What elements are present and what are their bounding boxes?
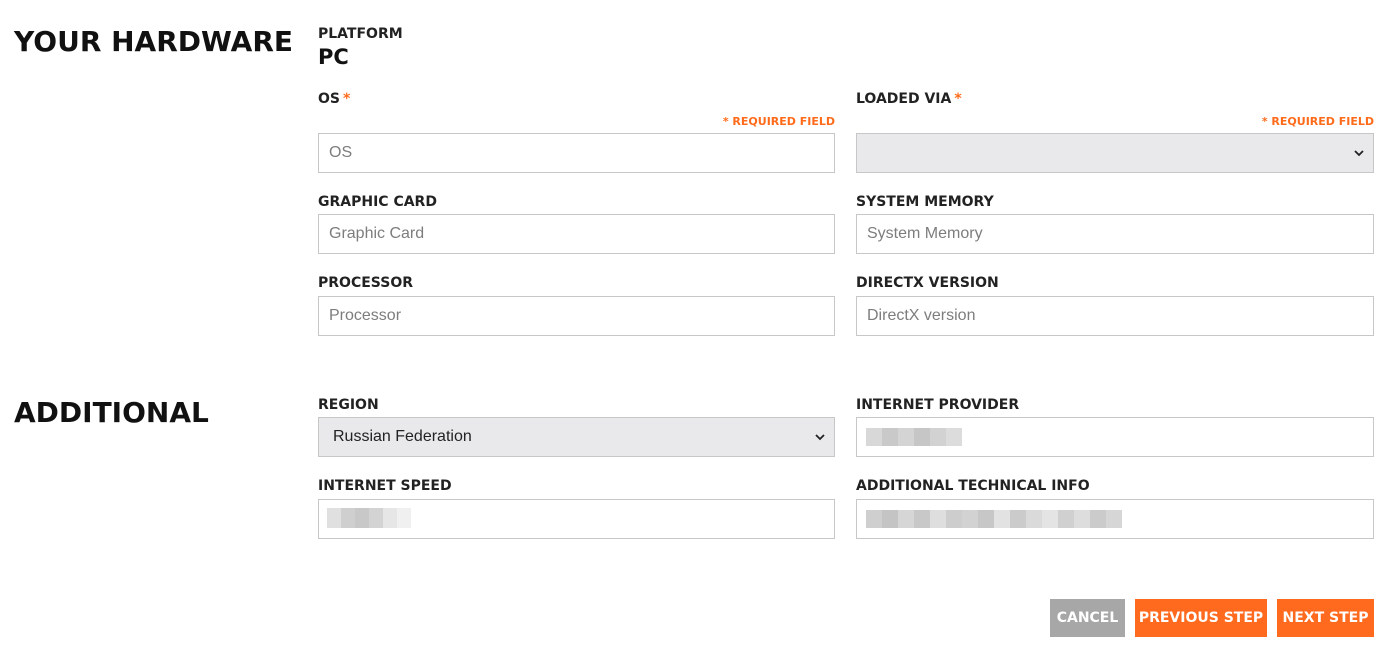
internet-speed-label: INTERNET SPEED — [318, 478, 452, 494]
redacted-value — [866, 510, 1122, 528]
chevron-down-icon — [815, 434, 825, 441]
processor-input[interactable] — [318, 296, 835, 336]
graphic-card-label: GRAPHIC CARD — [318, 194, 437, 210]
os-input[interactable] — [318, 133, 835, 173]
region-label: REGION — [318, 397, 379, 413]
platform-value: PC — [318, 45, 349, 69]
additional-technical-info-label: ADDITIONAL TECHNICAL INFO — [856, 478, 1090, 494]
redacted-value — [327, 508, 411, 528]
required-star: * — [954, 91, 962, 107]
platform-label: PLATFORM — [318, 26, 403, 42]
redacted-value — [866, 428, 962, 446]
directx-version-label: DIRECTX VERSION — [856, 275, 999, 291]
loaded-via-label: LOADED VIA * — [856, 92, 962, 106]
internet-provider-input[interactable] — [856, 417, 1374, 457]
loaded-via-select[interactable] — [856, 133, 1374, 173]
processor-label: PROCESSOR — [318, 275, 413, 291]
internet-speed-input[interactable] — [318, 499, 835, 539]
graphic-card-input[interactable] — [318, 214, 835, 254]
directx-version-input[interactable] — [856, 296, 1374, 336]
region-select[interactable]: Russian Federation — [318, 417, 835, 457]
loaded-via-label-text: LOADED VIA — [856, 91, 952, 107]
os-label-text: OS — [318, 91, 340, 107]
cancel-button[interactable]: CANCEL — [1050, 599, 1125, 637]
next-step-button[interactable]: NEXT STEP — [1277, 599, 1374, 637]
internet-provider-label: INTERNET PROVIDER — [856, 397, 1020, 413]
loaded-via-required-note: * REQUIRED FIELD — [1261, 115, 1374, 128]
system-memory-input[interactable] — [856, 214, 1374, 254]
os-required-note: * REQUIRED FIELD — [722, 115, 835, 128]
previous-step-button[interactable]: PREVIOUS STEP — [1135, 599, 1267, 637]
os-label: OS * — [318, 92, 350, 106]
additional-technical-info-input[interactable] — [856, 499, 1374, 539]
region-selected-value: Russian Federation — [333, 428, 472, 445]
chevron-down-icon — [1354, 150, 1364, 157]
section-title-your-hardware: YOUR HARDWARE — [14, 25, 294, 58]
system-memory-label: SYSTEM MEMORY — [856, 194, 994, 210]
section-title-additional: ADDITIONAL — [14, 396, 209, 429]
required-star: * — [342, 91, 351, 107]
hardware-form-page: YOUR HARDWARE ADDITIONAL PLATFORM PC OS *… — [0, 0, 1391, 665]
